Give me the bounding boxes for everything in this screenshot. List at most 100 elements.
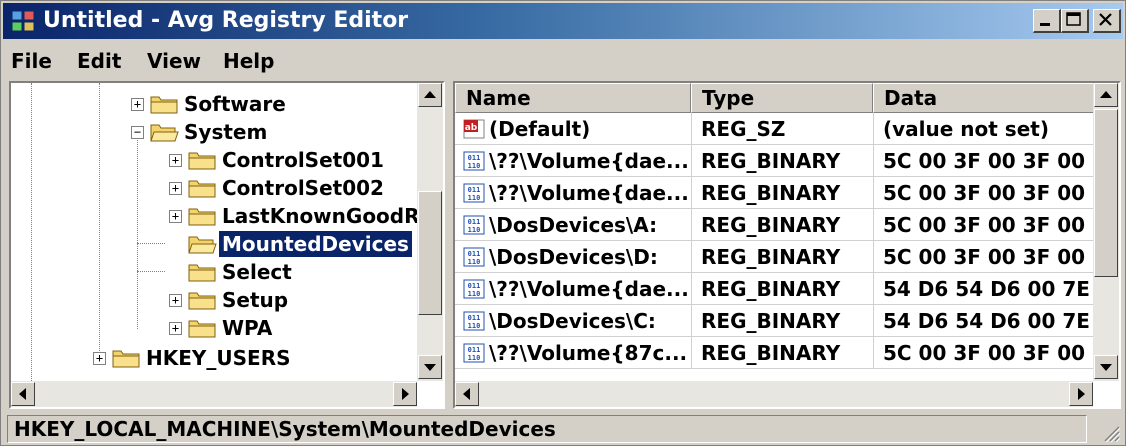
svg-text:011: 011 [468,314,481,322]
arrow-right-icon [402,388,409,400]
folder-open-icon [188,236,217,254]
expand-icon[interactable]: + [169,294,182,307]
minimize-button[interactable] [1033,9,1061,33]
list-scroll-down-button[interactable] [1094,355,1118,379]
value-name: \??\Volume{dae... [489,181,689,205]
title-bar[interactable]: Untitled - Avg Registry Editor [3,3,1123,39]
svg-text:011: 011 [468,154,481,162]
status-bar: HKEY_LOCAL_MACHINE\System\MountedDevices [3,413,1123,445]
tree-node-label: MountedDevices [219,231,412,257]
string-value-icon: ab [463,119,485,139]
maximize-icon [1066,12,1081,26]
tree-node-setup[interactable]: + Setup [11,287,421,313]
binary-value-icon: 011110 [463,247,485,267]
tree-scroll-up-button[interactable] [418,83,442,107]
folder-icon [188,180,216,198]
value-row[interactable]: ab (Default) REG_SZ (value not set) [455,113,1095,145]
value-type: REG_BINARY [701,181,841,205]
tree-scroll-right-button[interactable] [393,382,417,406]
svg-text:011: 011 [468,218,481,226]
tree-vertical-scrollbar[interactable] [417,83,443,381]
arrow-right-icon [1078,388,1085,400]
tree-node-label: ControlSet001 [222,148,384,172]
close-icon [1099,13,1112,26]
svg-text:110: 110 [468,162,481,170]
tree-node-system[interactable]: − System [11,119,421,145]
list-scroll-right-button[interactable] [1069,382,1093,406]
value-row[interactable]: 011 110 \??\Volume{dae... REG_BINARY 54 D6 5… [455,273,1095,305]
list-horizontal-scrollbar[interactable] [455,381,1093,407]
value-row[interactable]: 011 110 \??\Volume{87c... REG_BINARY 5C 00 3… [455,337,1095,369]
list-scroll-left-button[interactable] [455,382,479,406]
tree-node-select[interactable]: Select [11,259,421,285]
expand-icon[interactable]: + [93,352,106,365]
tree-node-label: Setup [222,288,289,312]
value-row[interactable]: 011 110 \DosDevices\C: REG_BINARY 54 D6 54 D… [455,305,1095,337]
svg-text:110: 110 [468,226,481,234]
svg-text:110: 110 [468,322,481,330]
folder-icon [188,264,216,282]
grid-line [455,368,1095,369]
list-scroll-up-button[interactable] [1094,83,1118,107]
tree-node-mounteddevices[interactable]: MountedDevices [11,231,421,257]
expand-icon[interactable]: + [131,98,144,111]
tree-node-hkey-users[interactable]: + HKEY_USERS [11,345,421,371]
values-list-panel[interactable]: Name Type Data ab (Default) REG_SZ (value n… [453,81,1121,409]
value-row[interactable]: 011 110 \??\Volume{dae... REG_BINARY 5C 00 3… [455,145,1095,177]
key-tree-panel[interactable]: + Software − System + ControlSet001 + ControlSe… [9,81,445,409]
expand-icon[interactable]: + [169,210,182,223]
expand-icon[interactable]: + [169,322,182,335]
menu-help[interactable]: Help [223,49,274,73]
column-header-type[interactable]: Type [691,83,873,113]
tree-node-label: HKEY_USERS [146,346,291,370]
registry-editor-window: Untitled - Avg Registry Editor File Edit… [0,0,1126,446]
folder-open-icon [150,124,179,142]
list-vertical-scrollbar[interactable] [1093,83,1119,381]
menu-file[interactable]: File [11,49,52,73]
tree-scroll-thumb[interactable] [418,191,442,315]
svg-text:011: 011 [468,282,481,290]
value-row[interactable]: 011 110 \??\Volume{dae... REG_BINARY 5C 00 3… [455,177,1095,209]
resize-grip-icon[interactable] [1099,421,1121,443]
arrow-down-icon [424,364,436,371]
folder-icon [188,320,216,338]
value-data: (value not set) [883,117,1049,141]
folder-icon [150,96,178,114]
tree-node-controlset002[interactable]: + ControlSet002 [11,175,421,201]
list-scroll-thumb[interactable] [1094,109,1118,277]
tree-node-lastknowngoodr[interactable]: + LastKnownGoodR [11,203,421,229]
tree-node-label: Select [222,260,292,284]
menu-edit[interactable]: Edit [77,49,121,73]
tree-node-software[interactable]: + Software [11,91,421,117]
tree-node-controlset001[interactable]: + ControlSet001 [11,147,421,173]
svg-text:110: 110 [468,258,481,266]
value-type: REG_BINARY [701,341,841,365]
binary-value-icon: 011110 [463,183,485,203]
tree-horizontal-scrollbar[interactable] [11,381,417,407]
menu-view[interactable]: View [147,49,201,73]
arrow-up-icon [424,91,436,98]
column-header-data[interactable]: Data [873,83,1095,113]
tree-scroll-left-button[interactable] [11,382,35,406]
collapse-icon[interactable]: − [131,126,144,139]
value-type: REG_BINARY [701,309,841,333]
grid-line [873,113,874,369]
value-row[interactable]: 011 110 \DosDevices\D: REG_BINARY 5C 00 3F 0… [455,241,1095,273]
svg-text:110: 110 [468,194,481,202]
folder-icon [112,350,140,368]
binary-value-icon: 011110 [463,343,485,363]
value-name: \??\Volume{dae... [489,149,689,173]
expand-icon[interactable]: + [169,154,182,167]
column-header-name[interactable]: Name [455,83,691,113]
maximize-button[interactable] [1061,9,1089,33]
tree-scroll-down-button[interactable] [418,355,442,379]
tree-node-label: System [184,120,268,144]
value-name: \??\Volume{87c... [489,341,688,365]
value-name: \DosDevices\C: [489,309,656,333]
tree-node-wpa[interactable]: + WPA [11,315,421,341]
value-row[interactable]: 011 110 \DosDevices\A: REG_BINARY 5C 00 3F 0… [455,209,1095,241]
close-button[interactable] [1093,9,1121,33]
grid-line [691,113,692,369]
expand-icon[interactable]: + [169,182,182,195]
binary-value-icon: 011110 [463,279,485,299]
